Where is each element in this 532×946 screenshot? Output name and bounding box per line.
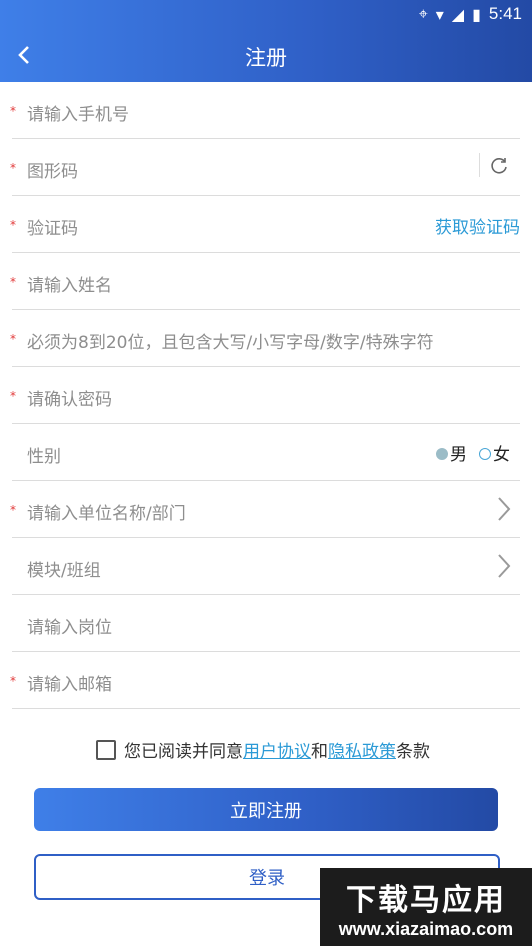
status-time: 5:41	[488, 4, 522, 23]
gender-options: 男 女	[436, 440, 510, 465]
email-row: * 请输入邮箱	[10, 652, 520, 709]
required-mark: *	[10, 275, 16, 289]
user-agreement-link[interactable]: 用户协议	[243, 737, 311, 762]
password-input[interactable]: 必须为8到20位，且包含大写/小写字母/数字/特殊字符	[27, 328, 434, 353]
position-input[interactable]: 请输入岗位	[27, 613, 112, 638]
team-input[interactable]: 模块/班组	[27, 556, 101, 581]
wifi-icon: ▾	[435, 4, 444, 24]
sms-code-row: * 验证码 获取验证码	[10, 196, 520, 253]
watermark-logo: 下载马应用 www.xiazaimao.com	[320, 868, 532, 946]
gender-male-label: 男	[450, 445, 467, 465]
name-row: * 请输入姓名	[10, 253, 520, 310]
required-mark: *	[10, 104, 16, 118]
radio-checked-icon	[436, 448, 448, 460]
watermark-text-en: www.xiazaimao.com	[338, 918, 514, 939]
confirm-password-row: * 请确认密码	[10, 367, 520, 424]
department-input[interactable]: 请输入单位名称/部门	[27, 499, 186, 524]
phone-row: * 请输入手机号	[10, 82, 520, 139]
gender-option-male[interactable]: 男	[436, 440, 467, 465]
privacy-policy-link[interactable]: 隐私政策	[328, 737, 396, 762]
chevron-right-icon	[498, 497, 511, 521]
gender-female-label: 女	[493, 445, 510, 465]
phone-input[interactable]: 请输入手机号	[27, 100, 129, 125]
radio-unchecked-icon	[479, 448, 491, 460]
required-mark: *	[10, 674, 16, 688]
status-bar: ⌖ ▾ ◢ ▮ 5:41	[0, 0, 532, 30]
location-icon: ⌖	[418, 4, 428, 23]
gender-row: 性别 男 女	[12, 424, 520, 481]
sms-code-input[interactable]: 验证码	[27, 214, 78, 239]
confirm-password-input[interactable]: 请确认密码	[27, 385, 112, 410]
agreement: 您已阅读并同意 用户协议 和 隐私政策 条款	[96, 737, 430, 762]
agreement-prefix: 您已阅读并同意	[124, 742, 243, 762]
battery-icon: ▮	[472, 4, 481, 24]
name-input[interactable]: 请输入姓名	[27, 271, 112, 296]
gender-option-female[interactable]: 女	[479, 440, 510, 465]
required-mark: *	[10, 332, 16, 346]
agreement-suffix: 条款	[396, 742, 430, 762]
chevron-right-icon	[498, 554, 511, 578]
captcha-input[interactable]: 图形码	[27, 157, 78, 182]
required-mark: *	[10, 503, 16, 517]
register-form: * 请输入手机号 * 图形码 * 验证码 获取验证码 * 请输入姓名 * 必须为…	[0, 82, 532, 709]
refresh-icon[interactable]	[488, 155, 510, 177]
divider	[479, 153, 480, 177]
page-title: 注册	[245, 46, 287, 70]
agreement-checkbox[interactable]	[96, 739, 116, 760]
required-mark: *	[10, 389, 16, 403]
agreement-and: 和	[311, 742, 328, 762]
get-code-button[interactable]: 获取验证码	[435, 213, 520, 238]
gender-label: 性别	[27, 447, 61, 467]
team-row[interactable]: 模块/班组	[12, 538, 520, 595]
required-mark: *	[10, 218, 16, 232]
password-row: * 必须为8到20位，且包含大写/小写字母/数字/特殊字符	[10, 310, 520, 367]
signal-icon: ◢	[451, 4, 465, 24]
top-app-bar: 注册	[0, 30, 532, 82]
required-mark: *	[10, 161, 16, 175]
position-row: 请输入岗位	[12, 595, 520, 652]
captcha-row: * 图形码	[10, 139, 520, 196]
department-row[interactable]: * 请输入单位名称/部门	[10, 481, 520, 538]
watermark-text-cn: 下载马应用	[346, 882, 506, 918]
register-button[interactable]: 立即注册	[34, 788, 498, 831]
email-input[interactable]: 请输入邮箱	[27, 670, 112, 695]
